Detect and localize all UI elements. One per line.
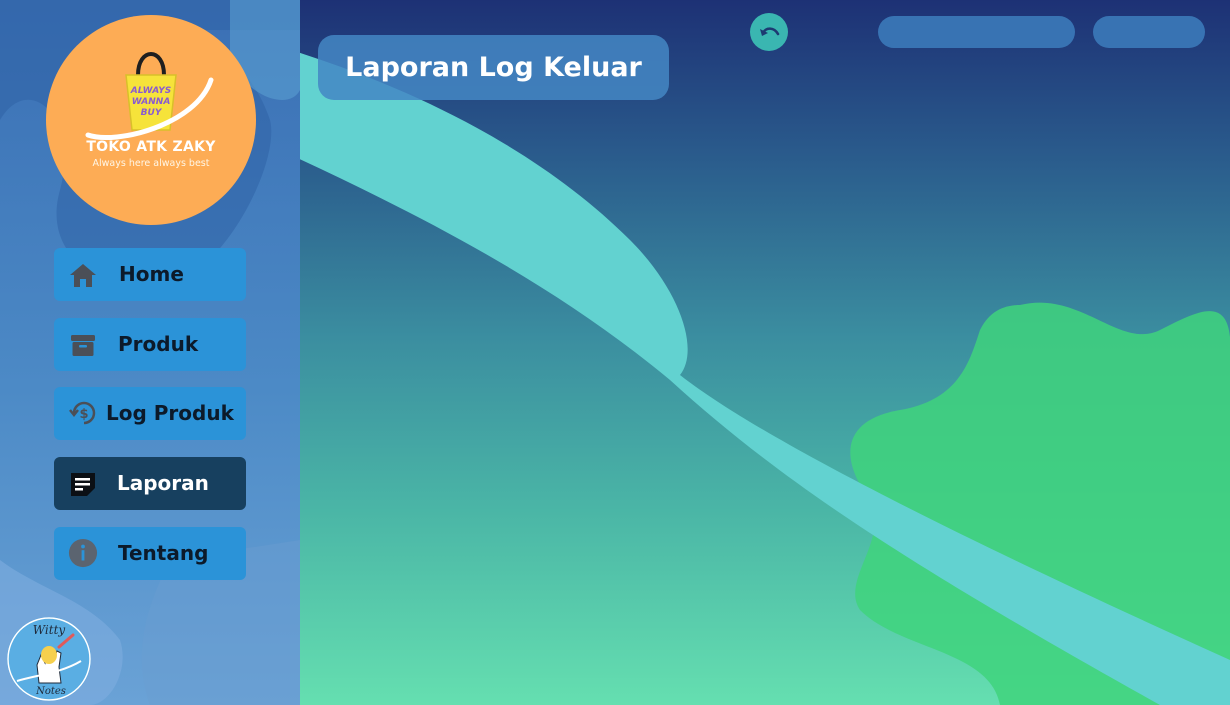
header-pill-1[interactable] bbox=[878, 16, 1075, 48]
svg-text:BUY: BUY bbox=[141, 108, 163, 118]
nav-log-produk-button[interactable]: $ Log Produk bbox=[54, 387, 246, 440]
nav-log-produk-label: Log Produk bbox=[106, 401, 234, 425]
nav-laporan-label: Laporan bbox=[117, 471, 209, 495]
info-icon bbox=[68, 538, 98, 568]
page-title: Laporan Log Keluar bbox=[345, 52, 642, 83]
main-content bbox=[300, 0, 1230, 705]
store-name: TOKO ATK ZAKY bbox=[86, 139, 216, 155]
nav-laporan-button[interactable]: Laporan bbox=[54, 457, 246, 510]
page-title-box: Laporan Log Keluar bbox=[318, 35, 669, 100]
witty-notes-logo: Witty Notes bbox=[7, 617, 91, 701]
nav-produk-label: Produk bbox=[118, 332, 199, 356]
notes-text: Notes bbox=[35, 686, 66, 697]
svg-text:$: $ bbox=[79, 407, 88, 422]
nav-tentang-label: Tentang bbox=[118, 541, 209, 565]
main-decoration bbox=[300, 52, 1230, 705]
svg-text:ALWAYS: ALWAYS bbox=[130, 86, 171, 96]
nav-produk-button[interactable]: Produk bbox=[54, 318, 246, 371]
back-button[interactable] bbox=[750, 13, 788, 51]
lightbulb-hand-icon: Witty Notes bbox=[7, 617, 91, 701]
nav-tentang-button[interactable]: Tentang bbox=[54, 527, 246, 580]
nav-home-button[interactable]: Home bbox=[54, 248, 246, 301]
note-icon bbox=[71, 473, 95, 496]
money-history-icon: $ bbox=[69, 401, 96, 425]
undo-arrow-icon bbox=[760, 27, 780, 36]
store-tagline: Always here always best bbox=[92, 158, 210, 169]
nav-home-label: Home bbox=[119, 262, 184, 286]
header-pill-2[interactable] bbox=[1093, 16, 1205, 48]
witty-text: Witty bbox=[33, 623, 66, 637]
shopping-bag-icon: ALWAYS WANNA BUY bbox=[85, 52, 214, 141]
home-icon bbox=[70, 264, 96, 287]
archive-box-icon bbox=[71, 335, 95, 356]
svg-text:WANNA: WANNA bbox=[132, 97, 171, 107]
store-logo: ALWAYS WANNA BUY TOKO ATK ZAKY Always he… bbox=[46, 15, 256, 225]
sidebar: ALWAYS WANNA BUY TOKO ATK ZAKY Always he… bbox=[0, 0, 300, 705]
